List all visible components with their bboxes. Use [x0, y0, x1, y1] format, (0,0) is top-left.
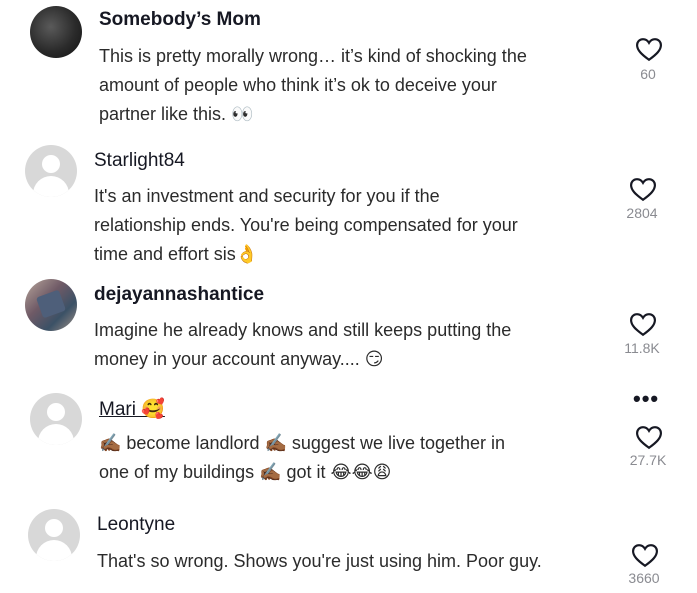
comment-line: partner like this. 👀	[99, 104, 254, 124]
like-count: 60	[640, 66, 656, 82]
avatar[interactable]	[30, 6, 82, 58]
heart-icon[interactable]	[632, 544, 658, 568]
avatar[interactable]	[25, 279, 77, 331]
like-count: 27.7K	[629, 452, 667, 468]
heart-icon[interactable]	[630, 178, 656, 202]
comment-line: relationship ends. You're being compensa…	[94, 215, 518, 235]
avatar[interactable]	[28, 509, 80, 561]
comment-username[interactable]: Starlight84	[94, 150, 185, 172]
comment-line: time and effort sis👌	[94, 244, 259, 264]
comment-line: That's so wrong. Shows you're just using…	[97, 551, 542, 571]
like-count: 11.8K	[624, 340, 660, 356]
comment-line: This is pretty morally wrong… it’s kind …	[99, 46, 527, 66]
avatar-photo-detail	[35, 289, 67, 319]
avatar[interactable]	[25, 145, 77, 197]
comment-line: Imagine he already knows and still keeps…	[94, 320, 512, 340]
comment-line: one of my buildings ✍🏾 got it 😂😂😩	[99, 462, 392, 482]
heart-icon[interactable]	[636, 38, 662, 62]
comment-username[interactable]: dejayannashantice	[94, 284, 264, 306]
heart-icon[interactable]	[636, 426, 662, 450]
comment-line: ✍🏾 become landlord ✍🏾 suggest we live to…	[99, 433, 506, 453]
like-count: 3660	[628, 570, 660, 586]
comment-line: It's an investment and security for you …	[94, 186, 440, 206]
heart-icon[interactable]	[630, 313, 656, 337]
avatar-head	[45, 519, 63, 537]
comment-text: That's so wrong. Shows you're just using…	[97, 547, 617, 576]
avatar-body	[38, 424, 74, 445]
comment-text: This is pretty morally wrong… it’s kind …	[99, 42, 599, 129]
more-options-icon[interactable]: •••	[633, 388, 659, 410]
avatar-head	[47, 403, 65, 421]
like-count: 2804	[626, 205, 658, 221]
avatar[interactable]	[30, 393, 82, 445]
comment-username[interactable]: Leontyne	[97, 514, 175, 536]
comment-text: It's an investment and security for you …	[94, 182, 594, 269]
comment-username[interactable]: Mari 🥰	[99, 397, 165, 421]
avatar-body	[33, 176, 69, 197]
comment-text: Imagine he already knows and still keeps…	[94, 316, 594, 374]
avatar-body	[36, 540, 72, 561]
comment-line: amount of people who think it’s ok to de…	[99, 75, 497, 95]
comment-username[interactable]: Somebody’s Mom	[99, 9, 261, 31]
comment-text: ✍🏾 become landlord ✍🏾 suggest we live to…	[99, 429, 599, 487]
avatar-head	[42, 155, 60, 173]
comment-line: money in your account anyway.... 😏	[94, 349, 384, 369]
